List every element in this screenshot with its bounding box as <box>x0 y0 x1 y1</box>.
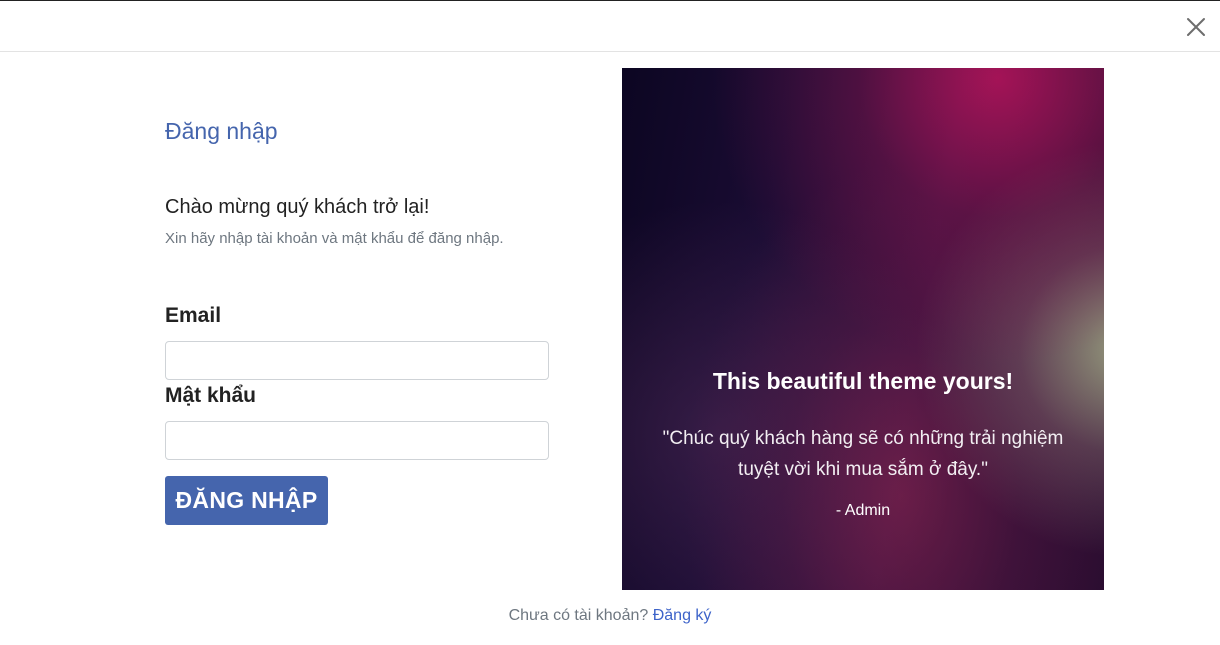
email-field[interactable] <box>165 341 549 380</box>
promo-heading: This beautiful theme yours! <box>712 368 1014 394</box>
signup-link[interactable]: Đăng ký <box>653 607 712 624</box>
promo-quote: "Chúc quý khách hàng sẽ có những trải ng… <box>662 428 1064 480</box>
close-button[interactable] <box>1184 15 1208 39</box>
welcome-subtitle: Xin hãy nhập tài khoản và mật khẩu để đă… <box>165 230 504 247</box>
close-icon <box>1187 18 1205 36</box>
promo-panel: This beautiful theme yours! "Chúc quý kh… <box>622 68 1104 590</box>
login-modal: Đăng nhập Chào mừng quý khách trở lại! X… <box>0 0 1220 645</box>
signup-row: Chưa có tài khoản? Đăng ký <box>0 607 1220 625</box>
promo-author: - Admin <box>835 502 891 519</box>
password-field[interactable] <box>165 421 549 460</box>
login-button[interactable]: ĐĂNG NHẬP <box>165 476 328 525</box>
page-title: Đăng nhập <box>165 118 278 144</box>
signup-prompt: Chưa có tài khoản? <box>508 607 649 624</box>
password-label: Mật khẩu <box>165 384 257 407</box>
modal-header <box>0 1 1220 52</box>
welcome-heading: Chào mừng quý khách trở lại! <box>165 196 430 218</box>
email-label: Email <box>165 304 222 327</box>
